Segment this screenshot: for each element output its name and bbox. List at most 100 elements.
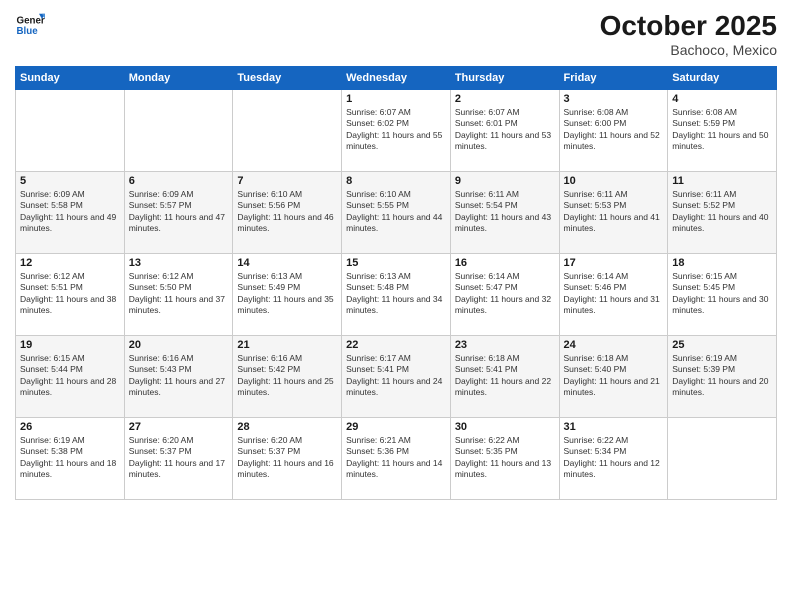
- calendar-cell: 7 Sunrise: 6:10 AM Sunset: 5:56 PM Daylig…: [233, 172, 342, 254]
- day-info: Sunrise: 6:08 AM Sunset: 6:00 PM Dayligh…: [564, 107, 664, 153]
- header-saturday: Saturday: [668, 67, 777, 90]
- day-number: 2: [455, 93, 555, 105]
- day-info: Sunrise: 6:20 AM Sunset: 5:37 PM Dayligh…: [237, 435, 337, 481]
- day-info: Sunrise: 6:07 AM Sunset: 6:02 PM Dayligh…: [346, 107, 446, 153]
- calendar-cell: 19 Sunrise: 6:15 AM Sunset: 5:44 PM Dayli…: [16, 336, 125, 418]
- day-number: 22: [346, 339, 446, 351]
- calendar-week-1: 1 Sunrise: 6:07 AM Sunset: 6:02 PM Daylig…: [16, 90, 777, 172]
- day-number: 9: [455, 175, 555, 187]
- day-number: 3: [564, 93, 664, 105]
- calendar-cell: 9Sunrise: 6:11 AM Sunset: 5:54 PM Daylig…: [450, 172, 559, 254]
- calendar-cell: 17 Sunrise: 6:14 AM Sunset: 5:46 PM Dayli…: [559, 254, 668, 336]
- calendar-cell: 28 Sunrise: 6:20 AM Sunset: 5:37 PM Dayli…: [233, 418, 342, 500]
- calendar-cell: 16 Sunrise: 6:14 AM Sunset: 5:47 PM Dayli…: [450, 254, 559, 336]
- svg-text:General: General: [17, 16, 46, 27]
- day-number: 18: [672, 257, 772, 269]
- day-info: Sunrise: 6:13 AM Sunset: 5:49 PM Dayligh…: [237, 271, 337, 317]
- calendar-cell: 13 Sunrise: 6:12 AM Sunset: 5:50 PM Dayli…: [124, 254, 233, 336]
- logo-icon: General Blue: [15, 10, 45, 40]
- day-info: Sunrise: 6:13 AM Sunset: 5:48 PM Dayligh…: [346, 271, 446, 317]
- calendar-cell: 27 Sunrise: 6:20 AM Sunset: 5:37 PM Dayli…: [124, 418, 233, 500]
- calendar-cell: [16, 90, 125, 172]
- day-info: Sunrise: 6:09 AM Sunset: 5:57 PM Dayligh…: [129, 189, 229, 235]
- calendar-cell: 3 Sunrise: 6:08 AM Sunset: 6:00 PM Daylig…: [559, 90, 668, 172]
- calendar-cell: 4Sunrise: 6:08 AM Sunset: 5:59 PM Daylig…: [668, 90, 777, 172]
- day-info: Sunrise: 6:09 AM Sunset: 5:58 PM Dayligh…: [20, 189, 120, 235]
- day-info: Sunrise: 6:14 AM Sunset: 5:46 PM Dayligh…: [564, 271, 664, 317]
- logo: General Blue: [15, 10, 45, 40]
- header-monday: Monday: [124, 67, 233, 90]
- title-block: October 2025 Bachoco, Mexico: [600, 10, 777, 58]
- day-number: 15: [346, 257, 446, 269]
- day-number: 13: [129, 257, 229, 269]
- calendar-cell: 15 Sunrise: 6:13 AM Sunset: 5:48 PM Dayli…: [342, 254, 451, 336]
- calendar-cell: 1 Sunrise: 6:07 AM Sunset: 6:02 PM Daylig…: [342, 90, 451, 172]
- day-number: 10: [564, 175, 664, 187]
- day-number: 16: [455, 257, 555, 269]
- day-info: Sunrise: 6:15 AM Sunset: 5:44 PM Dayligh…: [20, 353, 120, 399]
- day-number: 19: [20, 339, 120, 351]
- calendar-table: Sunday Monday Tuesday Wednesday Thursday…: [15, 66, 777, 500]
- day-info: Sunrise: 6:16 AM Sunset: 5:42 PM Dayligh…: [237, 353, 337, 399]
- day-number: 11: [672, 175, 772, 187]
- header-sunday: Sunday: [16, 67, 125, 90]
- day-info: Sunrise: 6:11 AM Sunset: 5:53 PM Dayligh…: [564, 189, 664, 235]
- calendar-cell: 23Sunrise: 6:18 AM Sunset: 5:41 PM Dayli…: [450, 336, 559, 418]
- day-number: 7: [237, 175, 337, 187]
- month-title: October 2025: [600, 10, 777, 42]
- day-info: Sunrise: 6:22 AM Sunset: 5:34 PM Dayligh…: [564, 435, 664, 481]
- day-number: 26: [20, 421, 120, 433]
- day-info: Sunrise: 6:15 AM Sunset: 5:45 PM Dayligh…: [672, 271, 772, 317]
- day-info: Sunrise: 6:22 AM Sunset: 5:35 PM Dayligh…: [455, 435, 555, 481]
- calendar-cell: [124, 90, 233, 172]
- day-number: 14: [237, 257, 337, 269]
- calendar-header-row: Sunday Monday Tuesday Wednesday Thursday…: [16, 67, 777, 90]
- calendar-cell: 21 Sunrise: 6:16 AM Sunset: 5:42 PM Dayli…: [233, 336, 342, 418]
- day-info: Sunrise: 6:16 AM Sunset: 5:43 PM Dayligh…: [129, 353, 229, 399]
- day-info: Sunrise: 6:10 AM Sunset: 5:55 PM Dayligh…: [346, 189, 446, 235]
- calendar-week-5: 26 Sunrise: 6:19 AM Sunset: 5:38 PM Dayli…: [16, 418, 777, 500]
- calendar-cell: 25 Sunrise: 6:19 AM Sunset: 5:39 PM Dayli…: [668, 336, 777, 418]
- calendar-cell: 11Sunrise: 6:11 AM Sunset: 5:52 PM Dayli…: [668, 172, 777, 254]
- calendar-cell: 22Sunrise: 6:17 AM Sunset: 5:41 PM Dayli…: [342, 336, 451, 418]
- day-info: Sunrise: 6:14 AM Sunset: 5:47 PM Dayligh…: [455, 271, 555, 317]
- day-number: 6: [129, 175, 229, 187]
- calendar-cell: 5Sunrise: 6:09 AM Sunset: 5:58 PM Daylig…: [16, 172, 125, 254]
- day-number: 8: [346, 175, 446, 187]
- day-info: Sunrise: 6:10 AM Sunset: 5:56 PM Dayligh…: [237, 189, 337, 235]
- calendar-cell: [233, 90, 342, 172]
- calendar-week-4: 19 Sunrise: 6:15 AM Sunset: 5:44 PM Dayli…: [16, 336, 777, 418]
- calendar-cell: 14 Sunrise: 6:13 AM Sunset: 5:49 PM Dayli…: [233, 254, 342, 336]
- day-info: Sunrise: 6:19 AM Sunset: 5:39 PM Dayligh…: [672, 353, 772, 399]
- day-number: 23: [455, 339, 555, 351]
- day-info: Sunrise: 6:19 AM Sunset: 5:38 PM Dayligh…: [20, 435, 120, 481]
- calendar-week-2: 5Sunrise: 6:09 AM Sunset: 5:58 PM Daylig…: [16, 172, 777, 254]
- calendar-cell: 10 Sunrise: 6:11 AM Sunset: 5:53 PM Dayli…: [559, 172, 668, 254]
- day-number: 30: [455, 421, 555, 433]
- calendar-week-3: 12Sunrise: 6:12 AM Sunset: 5:51 PM Dayli…: [16, 254, 777, 336]
- day-number: 4: [672, 93, 772, 105]
- day-info: Sunrise: 6:20 AM Sunset: 5:37 PM Dayligh…: [129, 435, 229, 481]
- day-number: 17: [564, 257, 664, 269]
- calendar-cell: 31 Sunrise: 6:22 AM Sunset: 5:34 PM Dayli…: [559, 418, 668, 500]
- day-number: 21: [237, 339, 337, 351]
- calendar-cell: 26 Sunrise: 6:19 AM Sunset: 5:38 PM Dayli…: [16, 418, 125, 500]
- header-tuesday: Tuesday: [233, 67, 342, 90]
- day-number: 31: [564, 421, 664, 433]
- calendar-cell: 29Sunrise: 6:21 AM Sunset: 5:36 PM Dayli…: [342, 418, 451, 500]
- day-number: 24: [564, 339, 664, 351]
- day-number: 28: [237, 421, 337, 433]
- location: Bachoco, Mexico: [600, 42, 777, 58]
- day-info: Sunrise: 6:18 AM Sunset: 5:40 PM Dayligh…: [564, 353, 664, 399]
- day-number: 25: [672, 339, 772, 351]
- day-number: 1: [346, 93, 446, 105]
- day-number: 12: [20, 257, 120, 269]
- svg-text:Blue: Blue: [17, 26, 39, 37]
- calendar-cell: 8 Sunrise: 6:10 AM Sunset: 5:55 PM Daylig…: [342, 172, 451, 254]
- day-number: 27: [129, 421, 229, 433]
- calendar-cell: 12Sunrise: 6:12 AM Sunset: 5:51 PM Dayli…: [16, 254, 125, 336]
- header-thursday: Thursday: [450, 67, 559, 90]
- day-info: Sunrise: 6:12 AM Sunset: 5:50 PM Dayligh…: [129, 271, 229, 317]
- calendar-cell: 20Sunrise: 6:16 AM Sunset: 5:43 PM Dayli…: [124, 336, 233, 418]
- header-friday: Friday: [559, 67, 668, 90]
